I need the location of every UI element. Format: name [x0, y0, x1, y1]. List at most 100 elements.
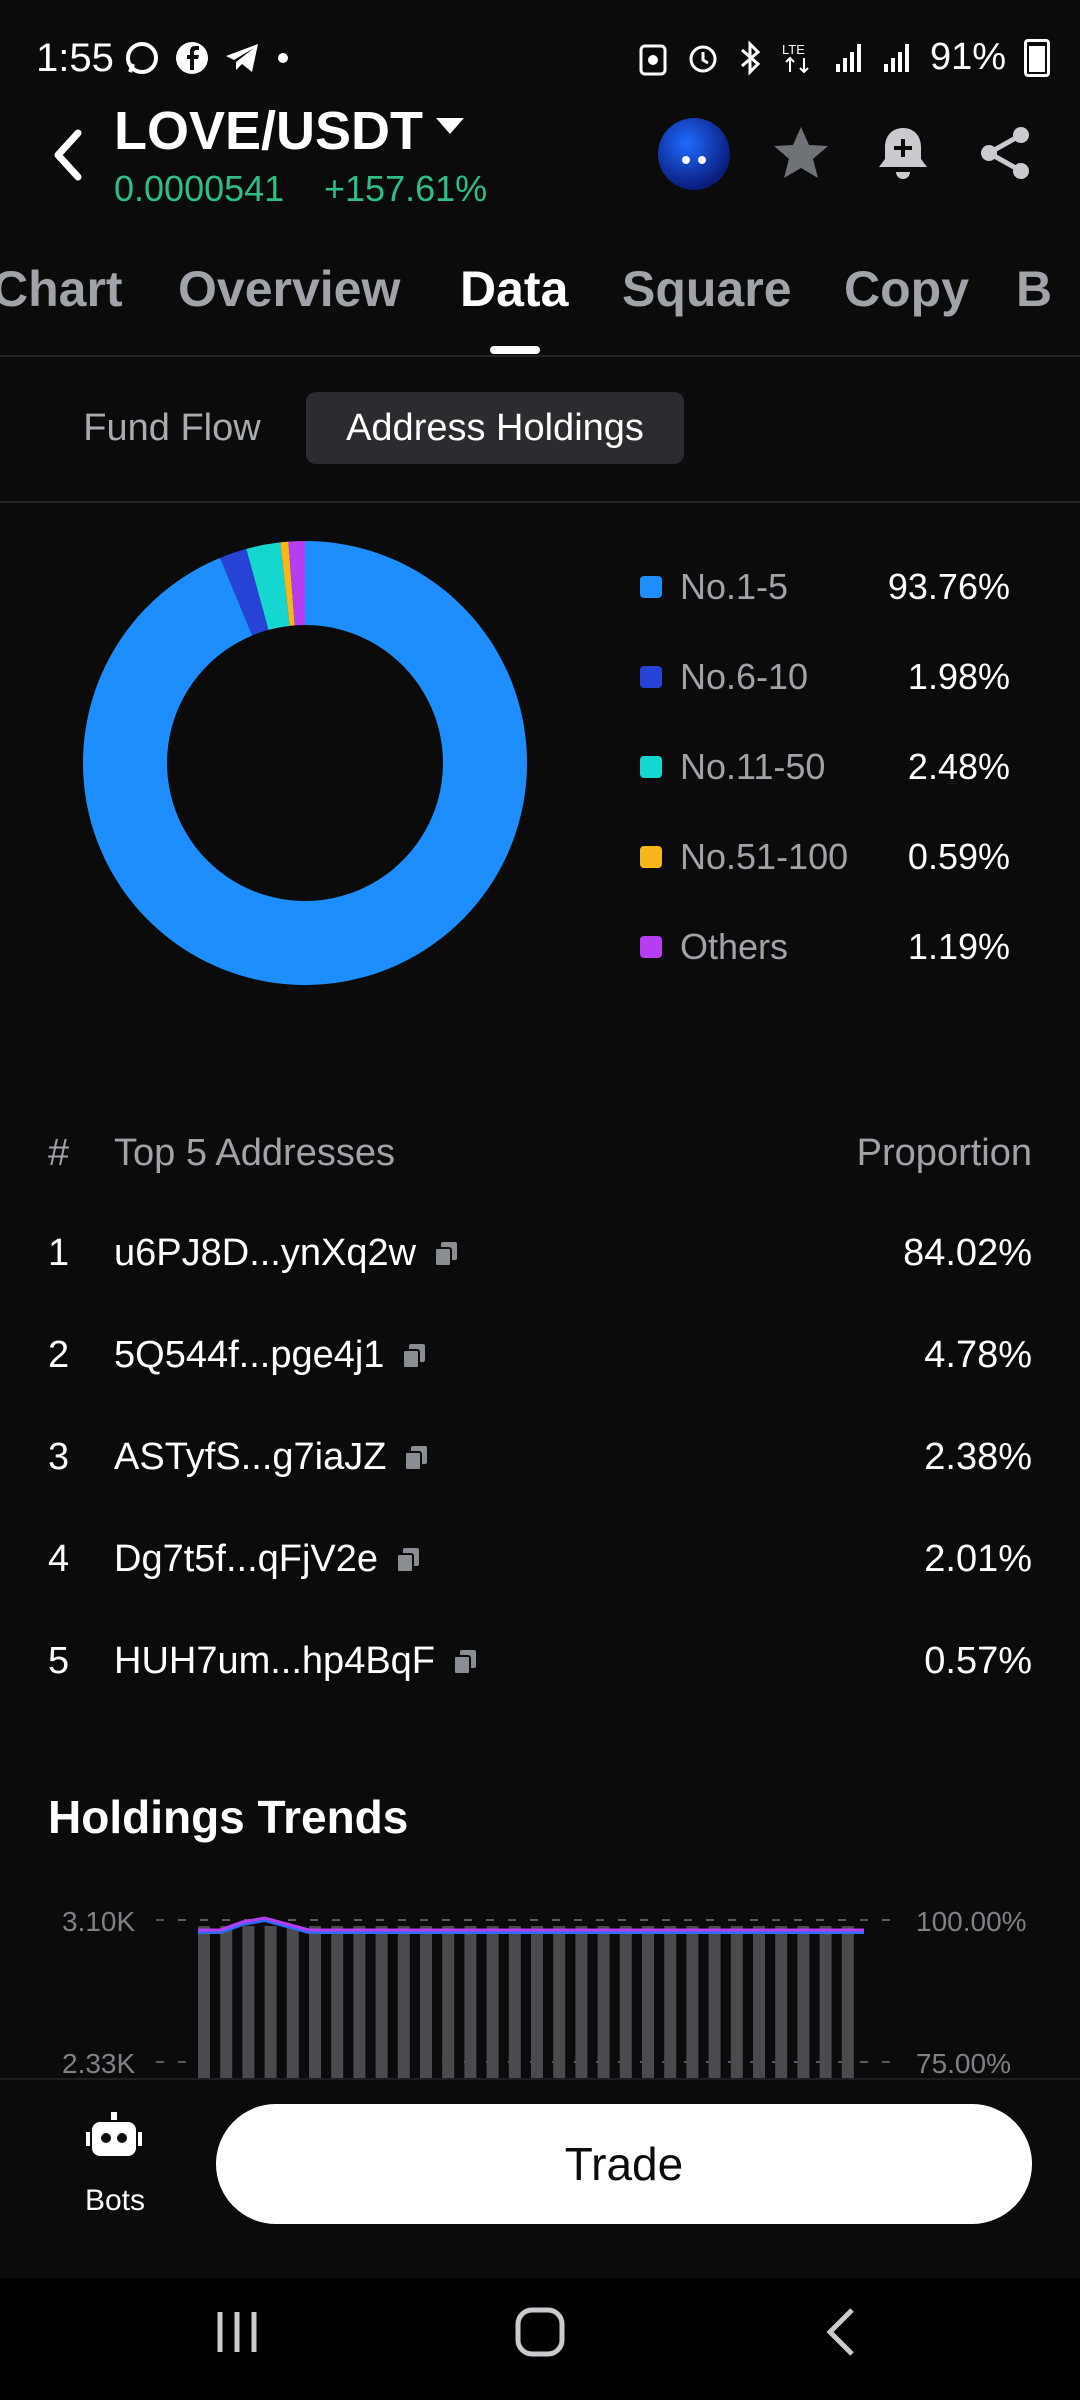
copy-icon[interactable] — [402, 1343, 426, 1369]
trend-bar[interactable] — [708, 1926, 721, 2078]
avatar[interactable] — [658, 118, 730, 190]
legend-value: 1.98% — [907, 656, 1010, 697]
recent-apps-icon[interactable] — [212, 2306, 262, 2356]
address-text: HUH7um...hp4BqF — [114, 1640, 436, 1682]
back-icon[interactable] — [48, 125, 88, 185]
trend-bar[interactable] — [331, 1926, 344, 2078]
copy-icon[interactable] — [396, 1547, 420, 1573]
trend-bar[interactable] — [531, 1926, 543, 2078]
trend-right-tick: 75.00% — [916, 2048, 1011, 2079]
share-button[interactable] — [970, 118, 1040, 188]
copy-icon[interactable] — [434, 1241, 458, 1267]
row-address[interactable]: ASTyfS...g7iaJZ — [114, 1436, 428, 1479]
last-price: 0.0000541 — [114, 168, 285, 209]
trend-bar[interactable] — [775, 1926, 788, 2078]
share-icon — [981, 127, 1029, 179]
trend-bar[interactable] — [420, 1926, 432, 2078]
copy-icon[interactable] — [404, 1445, 428, 1471]
trade-button[interactable]: Trade — [216, 2104, 1032, 2224]
holdings-trends-title: Holdings Trends — [48, 1791, 409, 1843]
table-row: 2 5Q544f...pge4j1 4.78% — [0, 1334, 1080, 1394]
signal-icon — [835, 43, 861, 72]
address-text: 5Q544f...pge4j1 — [114, 1334, 385, 1376]
trend-bar[interactable] — [841, 1926, 854, 2078]
pair-dropdown-caret-icon[interactable] — [436, 118, 464, 134]
row-address[interactable]: 5Q544f...pge4j1 — [114, 1334, 426, 1377]
legend-swatch — [640, 666, 662, 688]
trend-bar[interactable] — [797, 1926, 810, 2078]
tab-square[interactable]: Square — [622, 260, 792, 318]
tab-bar: Chart Overview Data Square Copy B — [0, 260, 1080, 356]
trend-bar[interactable] — [730, 1926, 743, 2078]
status-time: 1:55 — [36, 36, 114, 80]
favorite-button[interactable] — [766, 118, 836, 188]
trend-bar[interactable] — [375, 1926, 388, 2078]
price-alert-button[interactable] — [868, 118, 938, 188]
subtab-address-holdings[interactable]: Address Holdings — [306, 392, 684, 464]
holdings-trends-chart[interactable] — [150, 1900, 904, 2078]
trend-bar[interactable] — [353, 1926, 366, 2078]
legend-label: No.6-10 — [680, 656, 809, 697]
trend-bar[interactable] — [819, 1926, 832, 2078]
trend-bar[interactable] — [575, 1926, 588, 2078]
trend-bar[interactable] — [286, 1926, 299, 2078]
tab-data[interactable]: Data — [460, 260, 568, 318]
trend-bar[interactable] — [753, 1926, 765, 2078]
trend-bar[interactable] — [664, 1926, 677, 2078]
table-row: 4 Dg7t5f...qFjV2e 2.01% — [0, 1538, 1080, 1598]
trend-bar[interactable] — [508, 1926, 521, 2078]
tab-partial[interactable]: B — [1016, 260, 1080, 318]
trend-bar[interactable] — [220, 1926, 233, 2078]
trend-left-tick: 2.33K — [62, 2048, 136, 2079]
lte-icon: LTE — [782, 42, 809, 73]
trend-bar[interactable] — [242, 1926, 255, 2078]
tab-active-indicator — [490, 346, 540, 354]
bots-label[interactable]: Bots — [70, 2184, 160, 2218]
trend-bar[interactable] — [397, 1926, 410, 2078]
trend-bar[interactable] — [264, 1926, 277, 2078]
legend-swatch — [640, 576, 662, 598]
pair-title[interactable]: LOVE/USDT — [114, 100, 423, 162]
legend-swatch — [640, 756, 662, 778]
table-header-index: # — [48, 1132, 70, 1174]
trend-bar[interactable] — [464, 1926, 477, 2078]
trend-right-tick: 100.00% — [916, 1906, 1027, 1937]
trend-bar[interactable] — [486, 1926, 499, 2078]
battery-icon — [1024, 38, 1050, 77]
bots-button[interactable] — [76, 2110, 152, 2171]
home-icon[interactable] — [514, 2306, 566, 2358]
tab-chart[interactable]: Chart — [0, 260, 123, 318]
back-nav-icon[interactable] — [822, 2306, 862, 2358]
legend-label: No.51-100 — [680, 836, 849, 877]
system-nav-bar — [0, 2278, 1080, 2400]
vpn-icon — [639, 44, 667, 75]
tab-overview[interactable]: Overview — [178, 260, 400, 318]
row-address[interactable]: HUH7um...hp4BqF — [114, 1640, 477, 1683]
row-address[interactable]: Dg7t5f...qFjV2e — [114, 1538, 420, 1581]
row-index: 5 — [48, 1640, 70, 1682]
address-text: Dg7t5f...qFjV2e — [114, 1538, 379, 1580]
trend-bar[interactable] — [619, 1926, 632, 2078]
trend-bar[interactable] — [553, 1926, 566, 2078]
row-address[interactable]: u6PJ8D...ynXq2w — [114, 1232, 458, 1275]
row-index: 1 — [48, 1232, 70, 1274]
table-row: 3 ASTyfS...g7iaJZ 2.38% — [0, 1436, 1080, 1496]
trend-bar[interactable] — [442, 1926, 455, 2078]
trend-bar[interactable] — [686, 1926, 699, 2078]
robot-icon — [86, 2112, 142, 2156]
tab-copy[interactable]: Copy — [844, 260, 969, 318]
copy-icon[interactable] — [453, 1649, 477, 1675]
legend-item: No.51-100 0.59% — [640, 832, 1010, 882]
trend-left-tick: 3.10K — [62, 1906, 136, 1937]
trend-bar[interactable] — [642, 1926, 654, 2078]
legend-value: 0.59% — [907, 836, 1010, 877]
row-proportion: 84.02% — [903, 1232, 1032, 1274]
facebook-icon — [176, 42, 208, 74]
trend-bar[interactable] — [309, 1926, 321, 2078]
trend-bar[interactable] — [198, 1926, 210, 2078]
whatsapp-icon — [126, 42, 158, 74]
table-header-address: Top 5 Addresses — [114, 1132, 395, 1174]
trend-bar[interactable] — [597, 1926, 610, 2078]
battery-percent: 91% — [929, 36, 1006, 78]
subtab-fund-flow[interactable]: Fund Flow — [52, 392, 292, 464]
